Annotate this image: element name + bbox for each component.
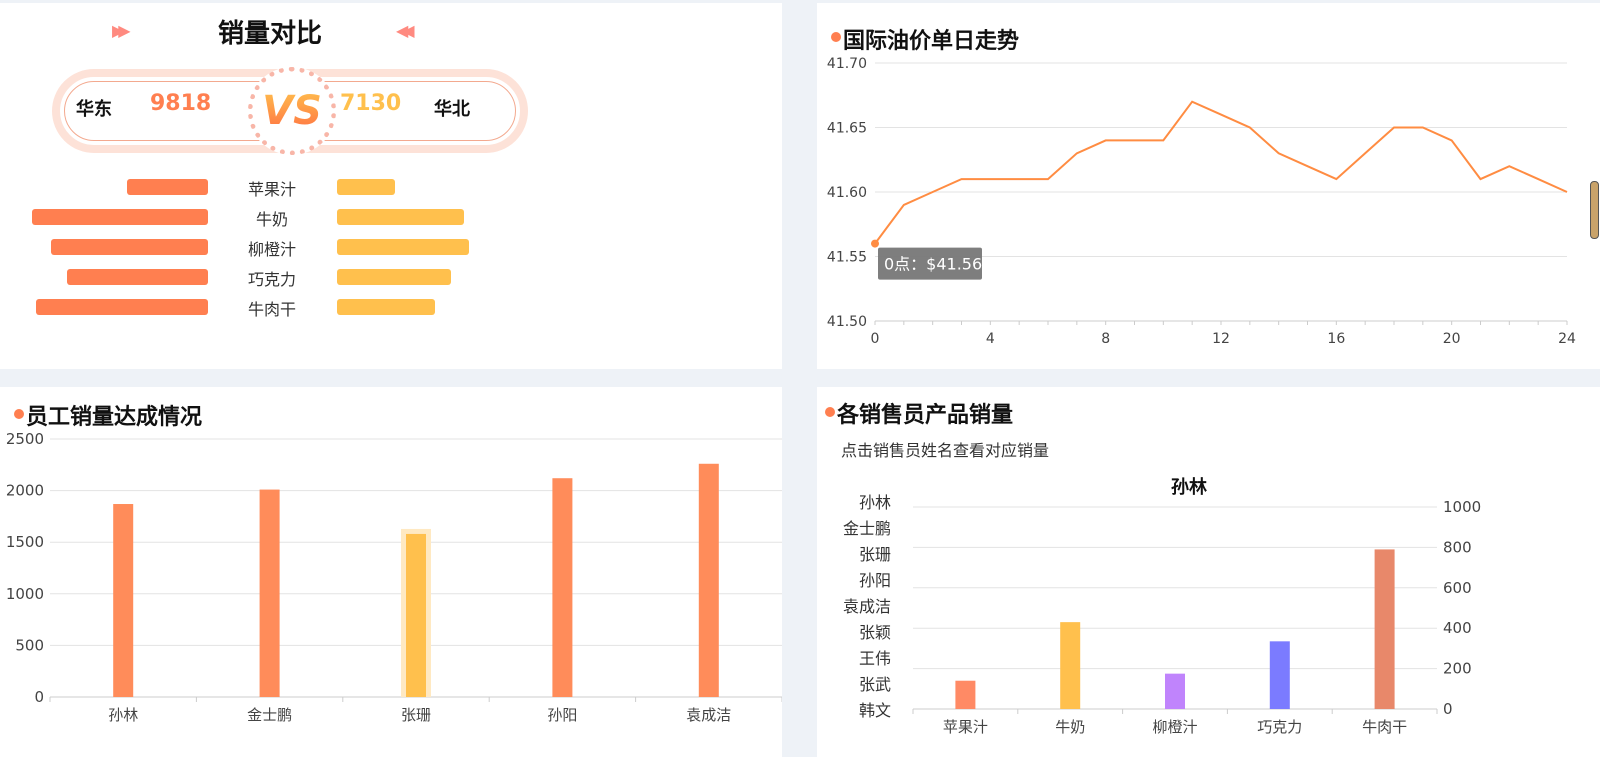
x-tick-label: 牛肉干 (1362, 718, 1407, 736)
right-product-bar (337, 269, 451, 285)
y-tick-label: 2000 (6, 482, 44, 500)
x-tick-label: 袁成洁 (686, 706, 731, 724)
y-tick-label: 400 (1443, 619, 1472, 637)
left-product-bar (127, 179, 208, 195)
y-tick-label: 41.65 (827, 121, 867, 137)
staff-bar-chart: 0 500 1000 1500 2000 2500 孙林 金士鹏 张珊 孙阳 袁成洁 (6, 430, 782, 724)
product-label: 牛肉干 (247, 300, 296, 319)
oil-line-chart: 41.50 41.55 41.60 41.65 41.70 0 4 8 12 16 20 24 0点：$… (827, 56, 1576, 347)
staff-bar (698, 463, 719, 697)
right-region-label: 华北 (434, 99, 470, 120)
arrow-left-icon: ◀◀ (396, 21, 414, 40)
x-tick-label: 孙林 (108, 706, 138, 724)
product-bar (1374, 549, 1395, 709)
y-tick-label: 1000 (1443, 498, 1481, 516)
rep-product-chart: 0 200 400 600 800 1000 苹果汁 牛奶 柳橙汁 巧克力 牛肉干 (912, 498, 1481, 736)
x-tick-label: 20 (1443, 331, 1461, 347)
right-region-total: 7130 (340, 91, 402, 116)
right-product-bar (337, 239, 469, 255)
y-tick-label: 200 (1443, 660, 1472, 678)
oil-price-line (874, 100, 1568, 245)
product-bar (955, 680, 976, 709)
x-tick-label: 张珊 (401, 706, 431, 724)
x-tick-label: 12 (1212, 331, 1230, 347)
x-tick-label: 巧克力 (1257, 718, 1302, 736)
y-tick-label: 0 (34, 688, 44, 706)
staff-bar (552, 478, 573, 697)
vs-badge: VS (248, 67, 336, 155)
comparison-title: 销量对比 (218, 19, 323, 49)
left-product-bar (51, 239, 208, 255)
x-tick-label: 孙阳 (547, 706, 577, 724)
product-bar (1269, 641, 1290, 709)
staff-sales-panel: 员工销量达成情况 0 500 1000 1500 2000 2500 孙林 金士鹏 张珊 孙阳 袁成… (0, 387, 782, 757)
left-product-bar (67, 269, 208, 285)
y-tick-label: 0 (1443, 700, 1453, 718)
product-label: 柳橙汁 (247, 240, 296, 259)
y-tick-label: 41.55 (827, 250, 867, 266)
y-tick-label: 41.60 (827, 185, 867, 201)
staff-bar (113, 504, 134, 697)
scroll-handle[interactable] (1590, 181, 1599, 239)
y-tick-label: 2500 (6, 430, 44, 448)
rep-sales-panel: 各销售员产品销量 点击销售员姓名查看对应销量 孙林 金士鹏 张珊 孙阳 袁成洁 张颖 王伟张… (817, 387, 1600, 757)
y-tick-label: 500 (15, 636, 44, 654)
x-tick-label: 4 (986, 331, 995, 347)
product-bar (1060, 622, 1081, 709)
sales-comparison-panel: ▶▶ 销量对比 ◀◀ 华东 9818 VS 7130 华北 苹果汁牛奶柳橙汁巧克… (0, 3, 782, 369)
data-point (871, 239, 879, 248)
product-label: 苹果汁 (247, 180, 296, 199)
tooltip-text: 0点：$41.56 (884, 255, 982, 274)
y-tick-label: 1500 (6, 533, 44, 551)
x-tick-label: 0 (871, 331, 880, 347)
vs-text: VS (262, 88, 322, 134)
x-tick-label: 金士鹏 (247, 706, 292, 724)
arrow-right-icon: ▶▶ (112, 21, 130, 40)
y-tick-label: 41.50 (827, 314, 867, 330)
y-tick-label: 41.70 (827, 56, 867, 72)
oil-price-panel: 国际油价单日走势 41.50 41.55 41.60 41.65 41.70 0 4 8 12 1… (817, 3, 1600, 369)
product-label: 巧克力 (247, 270, 296, 289)
left-product-bar (32, 209, 208, 225)
x-tick-label: 牛奶 (1055, 718, 1085, 736)
right-product-bar (337, 179, 396, 195)
x-tick-label: 24 (1558, 331, 1576, 347)
left-region-label: 华东 (76, 99, 112, 120)
product-bar (1165, 673, 1185, 709)
x-tick-label: 16 (1327, 331, 1345, 347)
right-product-bar (337, 209, 464, 225)
y-tick-label: 1000 (6, 585, 44, 603)
staff-bar (406, 533, 426, 697)
x-tick-label: 苹果汁 (943, 718, 988, 736)
staff-bar (259, 489, 280, 697)
y-tick-label: 600 (1443, 579, 1472, 597)
product-label: 牛奶 (255, 210, 288, 229)
left-region-total: 9818 (150, 91, 212, 116)
left-product-bar (35, 299, 208, 315)
right-product-bar (337, 299, 435, 315)
x-tick-label: 柳橙汁 (1152, 718, 1197, 736)
y-tick-label: 800 (1443, 538, 1472, 556)
x-tick-label: 8 (1101, 331, 1110, 347)
